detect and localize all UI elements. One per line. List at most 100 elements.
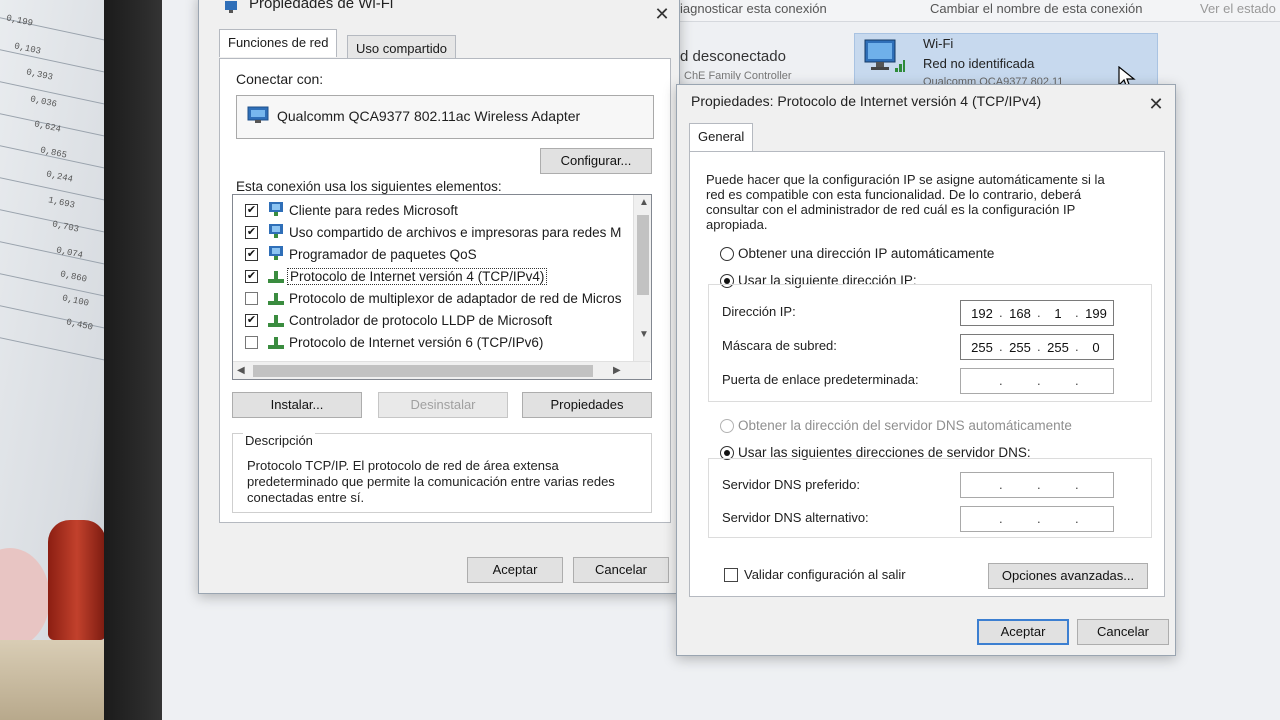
item-checkbox[interactable]: ✔: [245, 226, 258, 239]
description-group: Descripción Protocolo TCP/IP. El protoco…: [232, 433, 652, 513]
list-item[interactable]: ✔ Controlador de protocolo LLDP de Micro…: [233, 311, 623, 333]
list-item[interactable]: ✔ Programador de paquetes QoS: [233, 245, 623, 267]
protocol-icon: [268, 337, 284, 349]
configure-button[interactable]: Configurar...: [540, 148, 652, 174]
paper-number: 0,074: [55, 245, 84, 261]
tab-general[interactable]: General: [689, 123, 754, 151]
description-label: Descripción: [243, 433, 315, 448]
properties-button[interactable]: Propiedades: [522, 392, 652, 418]
ok-button[interactable]: Aceptar: [467, 557, 563, 583]
subnet-mask-field[interactable]: 255 . 255 . 255 . 0: [960, 334, 1114, 360]
item-checkbox[interactable]: ✔: [245, 270, 258, 283]
scroll-left-icon[interactable]: ◀: [237, 365, 245, 376]
scroll-down-icon[interactable]: ▼: [639, 329, 649, 340]
uninstall-button[interactable]: Desinstalar: [378, 392, 508, 418]
intro-text: Puede hacer que la configuración IP se a…: [706, 172, 1105, 232]
network-client-icon: [269, 246, 283, 260]
status-command[interactable]: Ver el estado: [1200, 1, 1276, 16]
gateway-field[interactable]: . . .: [960, 368, 1114, 394]
cancel-button[interactable]: Cancelar: [1077, 619, 1169, 645]
dns-alternate-label: Servidor DNS alternativo:: [722, 510, 869, 525]
list-item[interactable]: Protocolo de multiplexor de adaptador de…: [233, 289, 623, 311]
item-label[interactable]: Uso compartido de archivos e impresoras …: [289, 225, 621, 240]
protocol-icon: [268, 293, 284, 305]
list-item[interactable]: ✔ Protocolo de Internet versión 4 (TCP/I…: [233, 267, 623, 289]
rename-command[interactable]: Cambiar el nombre de esta conexión: [930, 1, 1142, 16]
validate-checkbox[interactable]: [724, 568, 738, 582]
diagnose-command[interactable]: iagnosticar esta conexión: [680, 1, 827, 16]
dns-preferred-label: Servidor DNS preferido:: [722, 477, 860, 492]
cancel-button[interactable]: Cancelar: [573, 557, 669, 583]
ip-octet: 199: [1085, 306, 1107, 321]
auto-dns-radio[interactable]: [720, 419, 734, 433]
list-item[interactable]: ✔ Cliente para redes Microsoft: [233, 201, 623, 223]
wifi-adapter-icon: [864, 39, 905, 72]
tab-sharing[interactable]: Uso compartido: [347, 35, 457, 59]
horizontal-scrollbar[interactable]: ◀ ▶: [233, 361, 650, 379]
network-client-icon: [269, 202, 283, 216]
scroll-thumb[interactable]: [253, 365, 593, 377]
connection-status: d desconectado: [680, 48, 786, 65]
adapter-icon: [247, 106, 269, 123]
item-label[interactable]: Protocolo de multiplexor de adaptador de…: [289, 291, 621, 306]
bottle-cap: [48, 520, 106, 640]
scroll-up-icon[interactable]: ▲: [639, 197, 649, 208]
components-list: ✔ Cliente para redes Microsoft ✔ Uso com…: [232, 194, 652, 380]
paper-number: 0,244: [45, 169, 74, 185]
item-label[interactable]: Controlador de protocolo LLDP de Microso…: [289, 313, 552, 328]
paper-number: 0,865: [39, 145, 68, 161]
scroll-right-icon[interactable]: ▶: [613, 365, 621, 376]
item-checkbox[interactable]: [245, 292, 258, 305]
connection-sub: ChE Family Controller: [684, 70, 792, 80]
list-item[interactable]: ✔ Uso compartido de archivos e impresora…: [233, 223, 623, 245]
adapter-name: Qualcomm QCA9377 802.11ac Wireless Adapt…: [277, 108, 581, 124]
mask-octet: 255: [971, 340, 993, 355]
network-icon: [225, 1, 237, 13]
dialog-title: Propiedades de Wi-Fi: [249, 0, 394, 12]
auto-dns-label[interactable]: Obtener la dirección del servidor DNS au…: [738, 418, 1072, 433]
ipv4-properties-dialog: Propiedades: Protocolo de Internet versi…: [676, 84, 1176, 656]
dns-preferred-field[interactable]: . . .: [960, 472, 1114, 498]
paper-number: 0,450: [65, 317, 94, 333]
connect-with-label: Conectar con:: [236, 71, 324, 87]
gateway-label: Puerta de enlace predeterminada:: [722, 372, 919, 387]
wifi-name: Wi-Fi: [923, 36, 954, 51]
item-checkbox[interactable]: [245, 336, 258, 349]
network-client-icon: [269, 224, 283, 238]
dns-alternate-field[interactable]: . . .: [960, 506, 1114, 532]
validate-label[interactable]: Validar configuración al salir: [744, 567, 906, 582]
dialog-title: Propiedades: Protocolo de Internet versi…: [691, 93, 1042, 109]
mask-octet: 0: [1092, 340, 1100, 355]
network-toolbar: iagnosticar esta conexión Cambiar el nom…: [680, 0, 1280, 22]
ip-address-field[interactable]: 192 . 168 . 1 . 199: [960, 300, 1114, 326]
ok-button[interactable]: Aceptar: [977, 619, 1069, 645]
items-label: Esta conexión usa los siguientes element…: [236, 179, 502, 194]
item-label[interactable]: Protocolo de Internet versión 4 (TCP/IPv…: [287, 268, 548, 285]
item-checkbox[interactable]: ✔: [245, 204, 258, 217]
install-button[interactable]: Instalar...: [232, 392, 362, 418]
auto-ip-label[interactable]: Obtener una dirección IP automáticamente: [738, 246, 994, 261]
item-label[interactable]: Protocolo de Internet versión 6 (TCP/IPv…: [289, 335, 543, 350]
ip-octet: 1: [1054, 306, 1062, 321]
paper-number: 0,036: [29, 94, 58, 110]
scroll-thumb[interactable]: [637, 215, 649, 295]
tab-network-functions[interactable]: Funciones de red: [219, 29, 338, 57]
list-item[interactable]: Protocolo de Internet versión 6 (TCP/IPv…: [233, 333, 623, 355]
item-checkbox[interactable]: ✔: [245, 314, 258, 327]
subnet-mask-label: Máscara de subred:: [722, 338, 837, 353]
ip-octet: 192: [971, 306, 993, 321]
close-button[interactable]: ✕: [1143, 93, 1169, 115]
advanced-options-button[interactable]: Opciones avanzadas...: [988, 563, 1148, 589]
auto-ip-radio[interactable]: [720, 247, 734, 261]
wifi-status: Red no identificada: [923, 56, 1035, 71]
vertical-scrollbar[interactable]: ▲ ▼: [633, 195, 651, 363]
item-label[interactable]: Cliente para redes Microsoft: [289, 203, 458, 218]
item-checkbox[interactable]: ✔: [245, 248, 258, 261]
paper-number: 0,100: [61, 293, 90, 309]
description-text: Protocolo TCP/IP. El protocolo de red de…: [247, 458, 615, 505]
wifi-properties-dialog: Propiedades de Wi-Fi ✕ Funciones de red …: [198, 0, 680, 594]
mask-octet: 255: [1047, 340, 1069, 355]
protocol-icon: [268, 271, 284, 283]
close-button[interactable]: ✕: [649, 3, 675, 25]
item-label[interactable]: Programador de paquetes QoS: [289, 247, 477, 262]
